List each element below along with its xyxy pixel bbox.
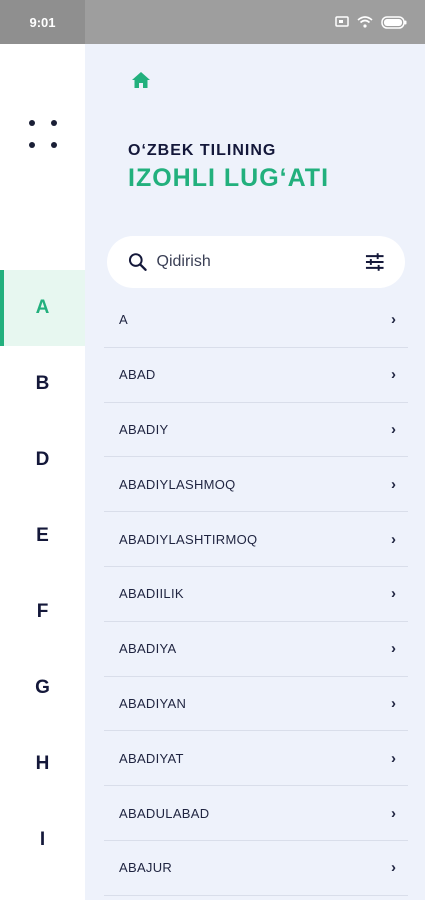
chevron-right-icon: › <box>391 804 396 822</box>
letter-item-b[interactable]: B <box>0 346 85 422</box>
word-list-item[interactable]: ABADIYA › <box>104 622 408 677</box>
word-label: ABAJUR <box>119 860 173 876</box>
sliders-icon[interactable] <box>364 251 386 273</box>
word-list-item[interactable]: ABADIYAT › <box>104 731 408 787</box>
status-left: 9:01 <box>0 0 85 44</box>
word-list-item[interactable]: ABADULABAD › <box>104 786 408 841</box>
chevron-right-icon: › <box>391 311 396 329</box>
word-label: ABADIYAT <box>119 750 184 766</box>
search-bar <box>107 236 405 288</box>
word-label: ABADIY <box>119 421 169 437</box>
word-list: A › ABAD › ABADIY › ABADIYLASHMOQ › ABADIYLASHTI… <box>104 293 408 896</box>
word-label: ABAD <box>119 367 156 383</box>
app-title: IZOHLI LUG‘ATI <box>128 164 330 192</box>
menu-dots-icon[interactable] <box>29 120 57 150</box>
word-label: ABADIYLASHTIRMOQ <box>119 531 258 547</box>
word-label: ABADIYAN <box>119 695 187 711</box>
letter-item-a[interactable]: A <box>0 270 85 346</box>
word-list-item[interactable]: ABADIYAN › <box>104 677 408 732</box>
word-label: ABADIYA <box>119 641 177 657</box>
chevron-right-icon: › <box>391 530 396 548</box>
letter-item-e[interactable]: E <box>0 498 85 574</box>
letter-item-d[interactable]: D <box>0 422 85 498</box>
letter-item-i[interactable]: I <box>0 802 85 878</box>
status-right <box>85 0 425 44</box>
wifi-icon <box>357 16 373 28</box>
chevron-right-icon: › <box>391 475 396 493</box>
letter-index: ABDEFGHI <box>0 270 85 878</box>
word-list-item[interactable]: ABAJUR › <box>104 841 408 896</box>
chevron-right-icon: › <box>391 420 396 438</box>
letter-item-h[interactable]: H <box>0 726 85 802</box>
chevron-right-icon: › <box>391 585 396 603</box>
chevron-right-icon: › <box>391 859 396 877</box>
word-list-item[interactable]: A › <box>104 293 408 348</box>
battery-icon <box>381 15 407 29</box>
letter-sidebar: ABDEFGHI <box>0 44 85 900</box>
word-label: ABADULABAD <box>119 805 210 821</box>
search-input[interactable] <box>156 253 364 271</box>
letter-item-g[interactable]: G <box>0 650 85 726</box>
word-label: ABADIILIK <box>119 586 184 602</box>
word-label: A <box>119 312 128 328</box>
chevron-right-icon: › <box>391 694 396 712</box>
word-list-item[interactable]: ABADIY › <box>104 403 408 458</box>
status-bar: 9:01 <box>0 0 425 44</box>
chevron-right-icon: › <box>391 366 396 384</box>
chevron-right-icon: › <box>391 749 396 767</box>
home-icon[interactable] <box>131 70 151 90</box>
status-time: 9:01 <box>29 14 56 30</box>
chevron-right-icon: › <box>391 640 396 658</box>
word-list-item[interactable]: ABADIILIK › <box>104 567 408 622</box>
search-icon <box>128 253 147 271</box>
word-label: ABADIYLASHMOQ <box>119 476 236 492</box>
app-subtitle: O‘ZBEK TILINING <box>128 142 277 159</box>
screen-cast-icon <box>335 16 349 27</box>
letter-item-f[interactable]: F <box>0 574 85 650</box>
word-list-item[interactable]: ABADIYLASHTIRMOQ › <box>104 512 408 567</box>
word-list-item[interactable]: ABAD › <box>104 348 408 403</box>
main-panel: O‘ZBEK TILINING IZOHLI LUG‘ATI A›ABAD›AB… <box>85 44 425 900</box>
word-list-item[interactable]: ABADIYLASHMOQ › <box>104 457 408 513</box>
